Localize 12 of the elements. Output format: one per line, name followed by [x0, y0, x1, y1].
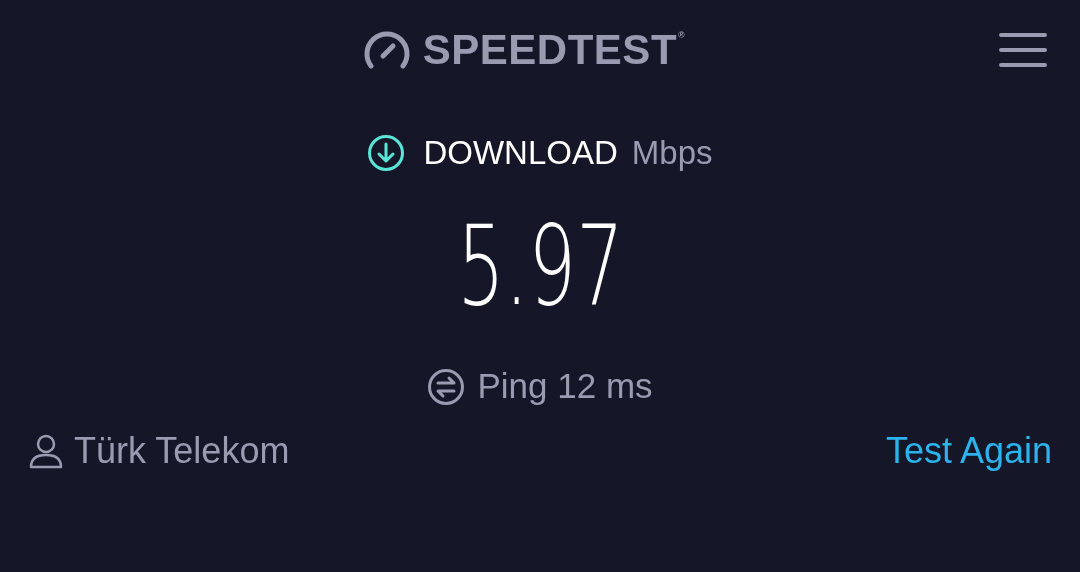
unit-label: Mbps [631, 134, 713, 172]
person-icon [28, 433, 64, 469]
ping-text: Ping 12 ms [477, 366, 653, 406]
provider-name: Türk Telekom [74, 430, 290, 472]
speed-value: 5.97 [456, 211, 624, 321]
download-label: DOWNLOAD [423, 134, 618, 172]
test-again-link[interactable]: Test Again [885, 430, 1052, 472]
logo-text: SPEEDTEST$^{®}$ [422, 26, 686, 74]
ping-icon [427, 368, 466, 406]
gauge-icon [362, 30, 411, 70]
download-icon [367, 134, 406, 172]
menu-button[interactable] [998, 30, 1048, 70]
